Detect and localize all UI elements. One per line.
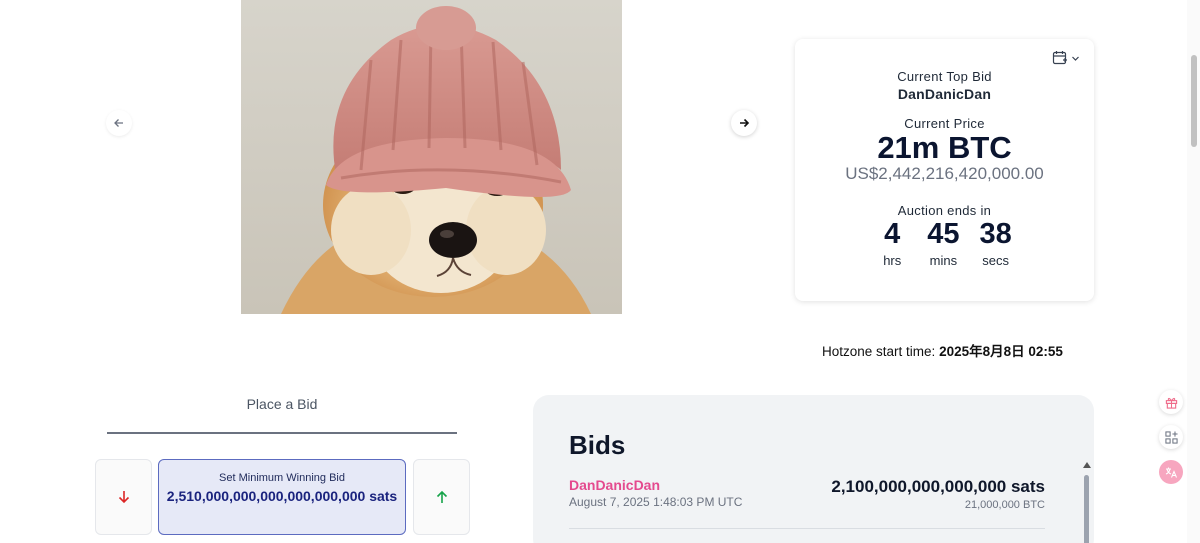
calendar-add-icon (1052, 51, 1067, 65)
bid-amount-btc: 21,000,000 BTC (964, 499, 1045, 511)
apps-add-icon (1164, 430, 1178, 444)
set-minimum-winning-bid-button[interactable]: Set Minimum Winning Bid 2,510,000,000,00… (158, 459, 406, 535)
hotzone-value: 2025年8月8日 02:55 (939, 344, 1063, 359)
increase-bid-button[interactable] (413, 459, 470, 535)
arrow-up-icon (436, 490, 447, 503)
apps-button[interactable] (1159, 425, 1183, 449)
place-bid-divider (107, 432, 457, 434)
bids-panel: Bids DanDanicDan August 7, 2025 1:48:03 … (533, 395, 1094, 543)
bid-bidder-name[interactable]: DanDanicDan (569, 477, 660, 493)
arrow-down-icon (118, 491, 129, 504)
countdown-seconds: 38 secs (980, 217, 1012, 268)
translate-button[interactable] (1159, 460, 1183, 484)
countdown-hours-label: hrs (883, 253, 902, 268)
current-price-usd: US$2,442,216,420,000.00 (845, 164, 1044, 183)
scroll-up-arrow-icon[interactable] (1083, 462, 1091, 468)
hotzone-start-time: Hotzone start time: 2025年8月8日 02:55 (822, 340, 1063, 360)
current-price-btc: 21m BTC (877, 130, 1012, 165)
countdown-seconds-label: secs (982, 253, 1009, 268)
next-artwork-button[interactable] (731, 110, 757, 136)
hotzone-label: Hotzone start time: (822, 344, 936, 359)
bid-amount-sats: 2,100,000,000,000,000 sats (831, 477, 1045, 496)
bids-title: Bids (569, 430, 626, 460)
countdown-minutes: 45 mins (927, 217, 959, 268)
countdown-minutes-label: mins (929, 253, 958, 268)
gift-button[interactable] (1159, 390, 1183, 414)
min-bid-label: Set Minimum Winning Bid (219, 472, 345, 484)
chevron-down-icon (1072, 56, 1079, 61)
arrow-left-icon (114, 119, 123, 127)
countdown-seconds-value: 38 (979, 218, 1012, 250)
arrow-right-icon (740, 118, 750, 128)
gift-icon (1165, 397, 1177, 409)
auction-ends-label: Auction ends in (897, 203, 992, 218)
top-bid-label: Current Top Bid (897, 69, 992, 84)
place-bid-title: Place a Bid (246, 396, 318, 412)
bid-row: DanDanicDan August 7, 2025 1:48:03 PM UT… (569, 477, 1045, 529)
min-bid-value: 2,510,000,000,000,000,000,000 sats (166, 488, 398, 504)
shiba-beanie-image (241, 0, 622, 314)
translate-icon (1165, 467, 1178, 478)
page-scrollbar[interactable] (1187, 0, 1200, 543)
current-price-label: Current Price (904, 116, 985, 131)
previous-artwork-button[interactable] (106, 110, 132, 136)
bids-scrollbar[interactable] (1082, 462, 1092, 543)
top-bidder-name: DanDanicDan (897, 86, 992, 102)
auction-card: Current Top Bid DanDanicDan Current Pric… (795, 39, 1094, 301)
bid-timestamp: August 7, 2025 1:48:03 PM UTC (569, 495, 743, 509)
bids-scroll-thumb[interactable] (1084, 475, 1089, 543)
countdown-minutes-value: 45 (927, 218, 960, 250)
add-to-calendar-button[interactable] (1052, 50, 1080, 66)
countdown-hours: 4 hrs (877, 217, 907, 268)
countdown-timer: 4 hrs 45 mins 38 secs (795, 217, 1094, 268)
page-scroll-thumb[interactable] (1191, 55, 1197, 147)
decrease-bid-button[interactable] (95, 459, 152, 535)
artwork-image (241, 0, 622, 314)
countdown-hours-value: 4 (884, 218, 901, 250)
